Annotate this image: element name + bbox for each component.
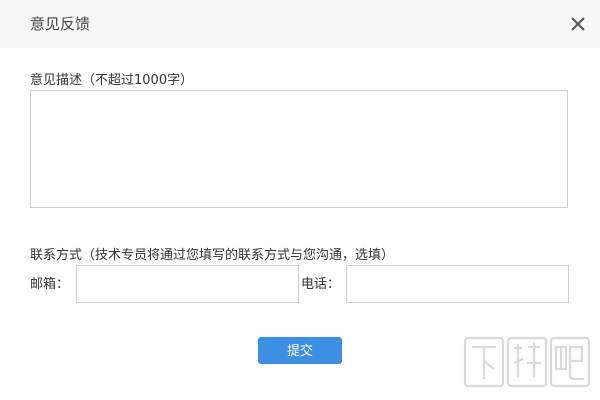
description-textarea[interactable] — [30, 90, 568, 208]
dialog-titlebar: 意见反馈 — [0, 0, 600, 48]
email-label: 邮箱： — [30, 277, 70, 292]
contact-label: 联系方式（技术专员将通过您填写的联系方式与您沟通，选填） — [30, 248, 395, 263]
feedback-dialog: 意见反馈 意见描述（不超过1000字） 联系方式（技术专员将通过您填写的联系方式… — [0, 0, 600, 400]
close-button[interactable] — [568, 14, 588, 34]
watermark-logo — [462, 333, 592, 395]
submit-button[interactable]: 提交 — [258, 337, 342, 364]
description-label: 意见描述（不超过1000字） — [30, 73, 194, 88]
phone-field[interactable] — [346, 265, 569, 303]
watermark-logo-icon — [463, 336, 591, 388]
phone-label: 电话： — [301, 277, 341, 292]
close-icon — [571, 17, 585, 31]
email-field[interactable] — [76, 265, 299, 303]
dialog-title: 意见反馈 — [30, 15, 91, 33]
